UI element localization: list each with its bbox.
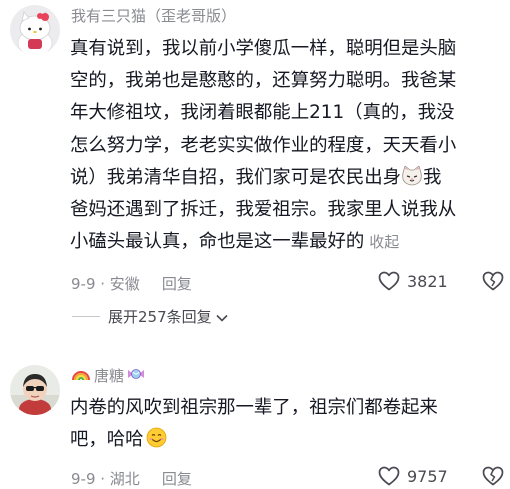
comment-line: 空的，我弟也是憨憨的，还算努力聪明。我爸某 xyxy=(70,70,457,92)
cat-face-emoji xyxy=(401,165,423,197)
like-button[interactable]: 3821 xyxy=(378,271,448,291)
comment-line-last: 吧，哈哈 xyxy=(70,424,438,456)
divider xyxy=(72,316,100,317)
reply-button[interactable]: 回复 xyxy=(162,468,192,489)
comment-meta: 9-9 · 安徽 回复 xyxy=(71,273,192,294)
comment-date-location: 9-9 · 湖北 xyxy=(71,470,140,488)
heart-icon xyxy=(378,271,400,291)
like-count: 3821 xyxy=(407,271,448,291)
comment-line-part: 说）我弟清华自招，我们家可是农民出身 xyxy=(70,166,402,188)
broken-heart-icon xyxy=(482,466,504,486)
heart-icon xyxy=(378,466,400,486)
comment-line-part: 我 xyxy=(423,166,442,188)
chevron-down-icon xyxy=(216,308,228,326)
collapse-button[interactable]: 收起 xyxy=(369,233,399,251)
comment-author-name-row[interactable]: 唐糖 xyxy=(71,365,145,386)
comment-line: 怎么努力学，老老实实做作业的程度，天天看小 xyxy=(70,134,457,156)
rainbow-emoji xyxy=(71,367,91,385)
comment-line-part: 小磕头最认真，命也是这一辈最好的 xyxy=(70,231,365,253)
reply-button[interactable]: 回复 xyxy=(162,273,192,294)
broken-heart-icon xyxy=(482,271,504,291)
comment-line: 年大修祖坟，我闭着眼都能上211（真的，我没 xyxy=(70,102,455,124)
comment-text: 真有说到，我以前小学傻瓜一样，聪明但是头脑 空的，我弟也是憨憨的，还算努力聪明。… xyxy=(70,33,456,258)
dislike-button[interactable] xyxy=(482,271,504,291)
comment-text: 内卷的风吹到祖宗那一辈了，祖宗们都卷起来 吧，哈哈 xyxy=(70,392,438,456)
comment-line: 内卷的风吹到祖宗那一辈了，祖宗们都卷起来 xyxy=(70,397,438,418)
comment-line-with-emoji: 说）我弟清华自招，我们家可是农民出身我 xyxy=(70,162,456,194)
comment-author-name[interactable]: 我有三只猫（歪老哥版） xyxy=(71,5,236,26)
expand-replies-button[interactable]: 展开257条回复 xyxy=(72,306,228,327)
comment-line: 爸妈还遇到了拆迁，我爱祖宗。我家里人说我从 xyxy=(70,198,457,220)
smiling-face-emoji xyxy=(146,427,167,459)
candy-emoji xyxy=(127,367,145,385)
expand-replies-label: 展开257条回复 xyxy=(108,308,212,326)
dislike-button[interactable] xyxy=(482,466,504,486)
comment-author-name: 唐糖 xyxy=(94,367,125,385)
comment-line-last: 小磕头最认真，命也是这一辈最好的 收起 xyxy=(70,226,456,258)
comment-meta: 9-9 · 湖北 回复 xyxy=(71,468,192,489)
like-count: 9757 xyxy=(407,466,448,486)
like-button[interactable]: 9757 xyxy=(378,466,448,486)
avatar-child[interactable] xyxy=(10,365,60,415)
comment-line: 真有说到，我以前小学傻瓜一样，聪明但是头脑 xyxy=(70,38,457,59)
comment-date-location: 9-9 · 安徽 xyxy=(71,275,140,293)
comment-line-part: 吧，哈哈 xyxy=(70,429,144,451)
avatar-hello-kitty[interactable] xyxy=(10,5,60,55)
